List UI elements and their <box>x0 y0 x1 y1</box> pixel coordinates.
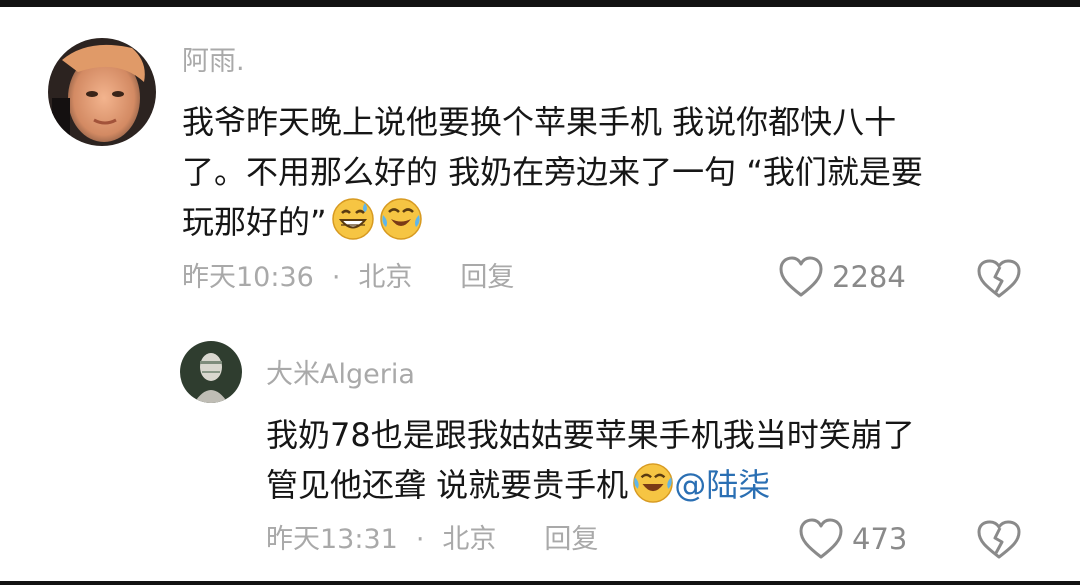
reply-button[interactable]: 回复 <box>544 521 598 559</box>
heart-icon <box>799 518 843 559</box>
avatar-photo <box>180 341 242 403</box>
username[interactable]: 大米Algeria <box>266 357 415 393</box>
meta-separator: · <box>415 524 425 555</box>
comment-text: 我奶78也是跟我姑姑要苹果手机我当时笑崩了 管见他还聋 说就要贵手机 @陆柒 <box>266 410 915 510</box>
comment-text-fragment: 玩那好的” <box>182 203 327 241</box>
broken-heart-icon <box>977 259 1021 298</box>
bottom-border <box>0 581 1080 585</box>
comment-text-line: 我奶78也是跟我姑姑要苹果手机我当时笑崩了 <box>266 416 915 454</box>
dislike-button[interactable] <box>976 258 1022 300</box>
comment-location: 北京 <box>442 524 497 555</box>
comment-text-line: 玩那好的” <box>182 197 923 247</box>
heart-icon <box>779 256 823 297</box>
comment-text-line: 了。不用那么好的 我奶在旁边来了一句 “我们就是要 <box>182 153 923 191</box>
comment-time: 昨天13:31 <box>266 524 398 555</box>
comment-text-line: 我爷昨天晚上说他要换个苹果手机 我说你都快八十 <box>182 103 897 141</box>
avatar-photo <box>48 38 156 146</box>
tears-of-joy-emoji <box>632 462 674 504</box>
rolling-laugh-emoji <box>379 197 423 241</box>
comment-location: 北京 <box>358 262 413 293</box>
comment-text: 我爷昨天晚上说他要换个苹果手机 我说你都快八十 了。不用那么好的 我奶在旁边来了… <box>182 97 923 247</box>
like-count: 473 <box>852 522 908 556</box>
avatar[interactable] <box>48 38 156 146</box>
comment-text-fragment: 管见他还聋 说就要贵手机 <box>266 466 629 504</box>
comment-text-line: 管见他还聋 说就要贵手机 @陆柒 <box>266 460 915 510</box>
broken-heart-icon <box>977 520 1021 559</box>
dislike-button[interactable] <box>976 519 1022 561</box>
like-button[interactable]: 473 <box>798 517 907 561</box>
comment-meta: 昨天10:36 · 北京 回复 <box>182 259 514 297</box>
comment-meta: 昨天13:31 · 北京 回复 <box>266 521 598 559</box>
like-count: 2284 <box>832 260 906 294</box>
grinning-sweat-emoji <box>331 197 375 241</box>
comment-time: 昨天10:36 <box>182 262 314 293</box>
reply-button[interactable]: 回复 <box>460 259 514 297</box>
user-mention-link[interactable]: @陆柒 <box>674 466 770 504</box>
like-button[interactable]: 2284 <box>778 255 906 299</box>
meta-separator: · <box>331 262 341 293</box>
top-border <box>0 0 1080 7</box>
avatar[interactable] <box>180 341 242 403</box>
username[interactable]: 阿雨. <box>182 44 245 80</box>
